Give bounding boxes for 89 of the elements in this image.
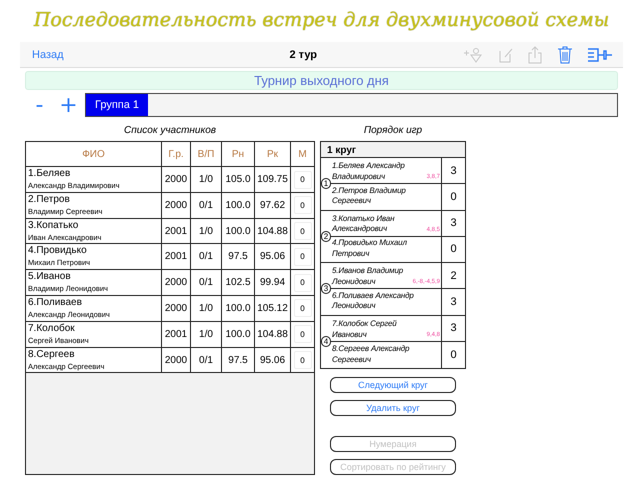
table-cell: 2000 bbox=[162, 270, 191, 296]
pair-number: 1 bbox=[321, 178, 331, 189]
player-name: 5.Иванов Владимир Леонидович bbox=[332, 266, 404, 288]
bracket-icon bbox=[587, 46, 613, 62]
game-order-caption: Порядок игр bbox=[364, 125, 422, 138]
toolbar-button[interactable] bbox=[587, 46, 613, 62]
player-name: 8.Сергеев Александр Сергеевич bbox=[332, 344, 410, 366]
player-name: 1.Беляев Александр Владимирович bbox=[332, 161, 406, 182]
score-cell: 3 bbox=[441, 158, 465, 184]
participant-surname: 6.Поливаев bbox=[28, 296, 83, 309]
table-cell: 109.75 bbox=[255, 167, 291, 192]
score-cell: 2 bbox=[441, 263, 465, 288]
back-link[interactable]: Назад bbox=[32, 48, 64, 60]
round-header: 1 круг bbox=[321, 142, 465, 158]
m-input-field[interactable]: 0 bbox=[294, 351, 312, 370]
score-cell: 0 bbox=[441, 236, 465, 262]
share-icon bbox=[527, 46, 543, 64]
table-cell: 105.0 bbox=[222, 167, 255, 192]
player-name: 2.Петров Владимир Сергеевич bbox=[332, 186, 407, 207]
participant-surname: 4.Провидько bbox=[28, 245, 88, 258]
add-group-button[interactable]: + bbox=[54, 92, 83, 118]
m-input-field[interactable]: 0 bbox=[294, 170, 312, 188]
m-input-field[interactable]: 0 bbox=[294, 248, 312, 266]
participant-surname: 7.Колобок bbox=[28, 322, 76, 335]
column-header: Рн bbox=[222, 142, 255, 166]
table-cell: 0/1 bbox=[191, 348, 222, 373]
column-header: М bbox=[297, 148, 308, 162]
table-cell: 0/1 bbox=[191, 244, 222, 270]
participant-surname: 2.Петров bbox=[28, 194, 71, 206]
player-name: 3.Копатько Иван Александрович bbox=[332, 214, 396, 235]
player-name: 7.Колобок Сергей Иванович bbox=[332, 319, 398, 340]
remove-group-button[interactable]: - bbox=[25, 92, 54, 118]
table-cell: 2000 bbox=[162, 167, 191, 192]
score-cell: 3 bbox=[441, 289, 465, 314]
nav-title: 2 тур bbox=[288, 48, 318, 60]
table-cell: 97.5 bbox=[222, 348, 255, 373]
table-cell: 100.0 bbox=[222, 296, 255, 321]
column-header: В/П bbox=[191, 142, 222, 166]
table-cell: 0/1 bbox=[191, 270, 222, 296]
tournament-banner: Турнир выходного дня bbox=[25, 71, 618, 90]
participant-surname: 3.Копатько bbox=[28, 220, 80, 232]
participant-surname: 5.Иванов bbox=[28, 271, 72, 284]
m-input-field[interactable]: 0 bbox=[294, 299, 312, 318]
player-name: 6.Поливаев Александр Леонидович bbox=[332, 290, 415, 312]
edit-icon bbox=[497, 46, 513, 62]
table-cell: 104.88 bbox=[255, 322, 291, 347]
group-tab[interactable]: Группа 1 bbox=[86, 94, 148, 116]
pair-number: 3 bbox=[321, 283, 331, 294]
m-input-field[interactable]: 0 bbox=[294, 196, 312, 214]
action-button[interactable]: Следующий круг bbox=[330, 377, 456, 393]
column-header: Рк bbox=[255, 142, 291, 166]
table-cell: 1/0 bbox=[191, 167, 222, 192]
player-name: 4.Провидько Михаил Петрович bbox=[332, 238, 408, 260]
action-button[interactable]: Удалить круг bbox=[330, 400, 456, 416]
table-cell: 2000 bbox=[162, 348, 191, 373]
toolbar-button[interactable] bbox=[557, 46, 573, 64]
column-header: ФИО bbox=[26, 142, 162, 166]
table-cell: 2000 bbox=[162, 296, 191, 321]
table-cell: 95.06 bbox=[255, 244, 291, 270]
table-cell: 1/0 bbox=[191, 322, 222, 347]
page-title: Последовательность встреч для двухминусовой схемы bbox=[32, 8, 610, 33]
table-cell: 0/1 bbox=[191, 192, 222, 218]
table-cell: 97.62 bbox=[255, 192, 291, 218]
table-cell: 2001 bbox=[162, 322, 191, 347]
m-input-field[interactable]: 0 bbox=[294, 222, 312, 240]
table-cell: 2000 bbox=[162, 192, 191, 218]
score-cell: 0 bbox=[441, 184, 465, 210]
table-cell: 95.06 bbox=[255, 348, 291, 373]
score-cell: 3 bbox=[441, 210, 465, 236]
pair-number: 4 bbox=[321, 336, 331, 346]
table-cell: 100.0 bbox=[222, 192, 255, 218]
pair-number: 2 bbox=[321, 230, 331, 242]
table-cell: 99.94 bbox=[255, 270, 291, 296]
score-cell: 0 bbox=[441, 342, 465, 368]
score-cell: 3 bbox=[441, 316, 465, 342]
participant-surname: 1.Беляев bbox=[28, 168, 72, 180]
table-cell: 100.0 bbox=[222, 322, 255, 347]
table-cell: 102.5 bbox=[222, 270, 255, 296]
trash-icon bbox=[557, 46, 573, 64]
table-cell: 97.5 bbox=[222, 244, 255, 270]
m-input-field[interactable]: 0 bbox=[294, 325, 312, 344]
table-cell: 105.12 bbox=[255, 296, 291, 321]
participant-surname: 8.Сергеев bbox=[28, 348, 76, 361]
column-header: Г.р. bbox=[162, 142, 191, 166]
table-cell: 2001 bbox=[162, 244, 191, 270]
add-person-icon bbox=[463, 46, 483, 62]
table-cell: 1/0 bbox=[191, 296, 222, 321]
m-input-field[interactable]: 0 bbox=[294, 274, 312, 292]
participants-caption: Список участников bbox=[124, 125, 216, 138]
